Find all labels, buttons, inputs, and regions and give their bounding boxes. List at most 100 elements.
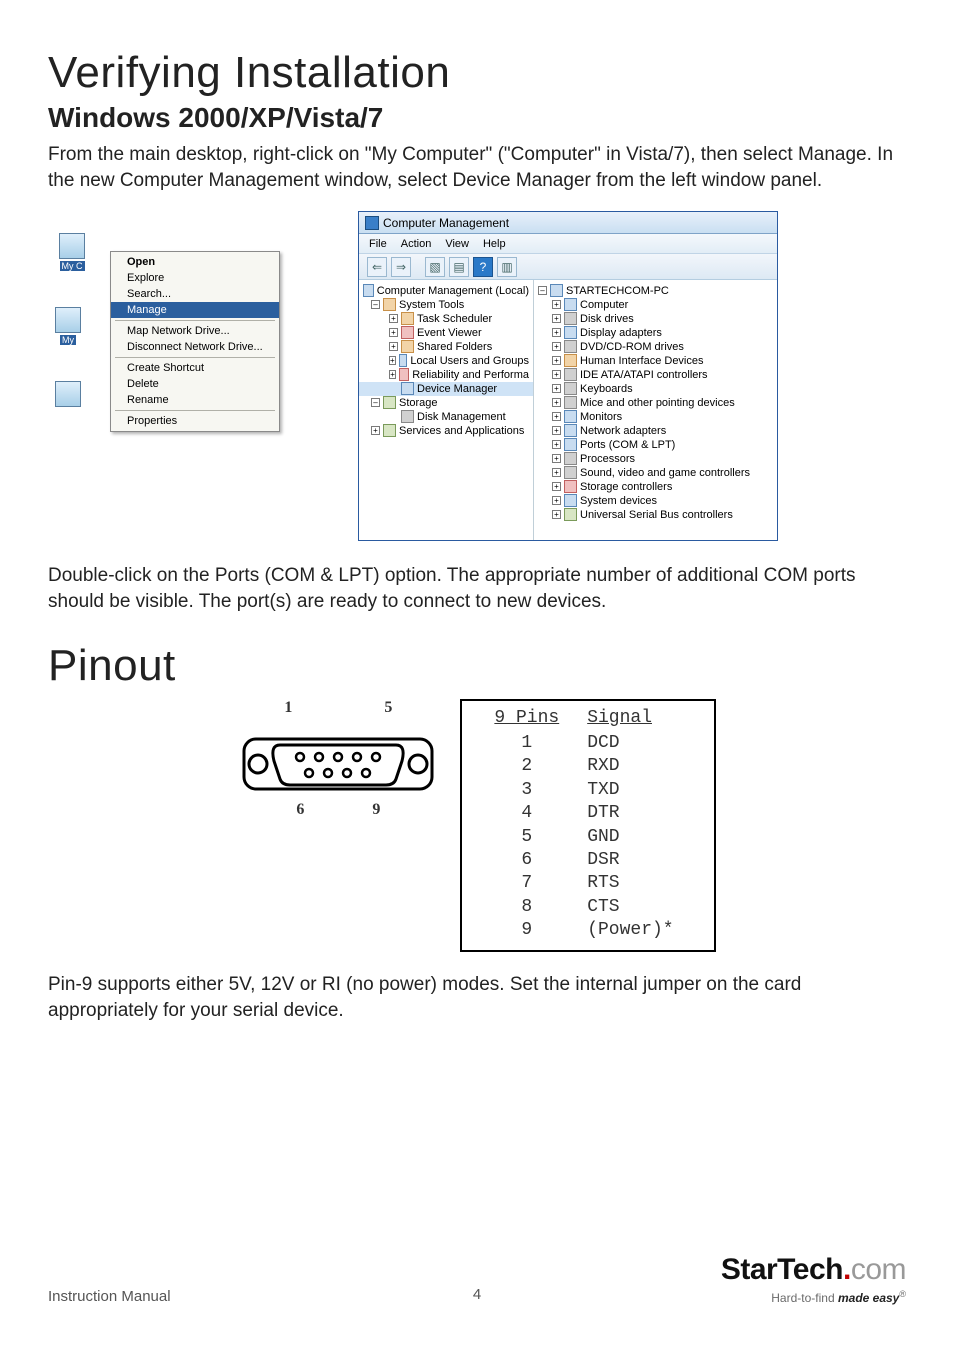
device-tree-root[interactable]: –STARTECHCOM-PC: [534, 284, 777, 298]
menu-item-properties[interactable]: Properties: [111, 413, 279, 429]
menu-item-delete[interactable]: Delete: [111, 376, 279, 392]
properties-icon[interactable]: ▤: [449, 257, 469, 277]
device-category-ports[interactable]: +Ports (COM & LPT): [534, 438, 777, 452]
menu-item-map-drive[interactable]: Map Network Drive...: [111, 323, 279, 339]
logo-tagline: Hard-to-find made easy®: [721, 1289, 906, 1305]
menu-item-shortcut[interactable]: Create Shortcut: [111, 360, 279, 376]
screenshot-context-menu: My C My Open Explore Search... Manage Ma…: [48, 211, 338, 432]
perf-icon: [399, 368, 409, 381]
page-footer: Instruction Manual 4 StarTech.com Hard-t…: [48, 1253, 906, 1305]
tree-root[interactable]: Computer Management (Local): [359, 284, 533, 298]
menu-item-explore[interactable]: Explore: [111, 270, 279, 286]
expand-icon[interactable]: +: [552, 300, 561, 309]
device-category[interactable]: +Mice and other pointing devices: [534, 396, 777, 410]
back-icon[interactable]: ⇐: [367, 257, 387, 277]
help-icon[interactable]: ?: [473, 257, 493, 277]
desktop-icon-ie[interactable]: [52, 381, 84, 419]
logo-text-com: com: [851, 1253, 906, 1286]
device-category[interactable]: +Universal Serial Bus controllers: [534, 508, 777, 522]
expand-icon[interactable]: +: [552, 468, 561, 477]
menu-item-open[interactable]: Open: [111, 254, 279, 270]
users-icon: [399, 354, 408, 367]
table-row: 2RXD: [484, 755, 691, 778]
pinout-table: 9 Pins Signal 1DCD 2RXD 3TXD 4DTR 5GND 6…: [460, 699, 715, 953]
expand-icon[interactable]: +: [552, 398, 561, 407]
device-category[interactable]: +DVD/CD-ROM drives: [534, 340, 777, 354]
refresh-icon[interactable]: ▥: [497, 257, 517, 277]
expand-icon[interactable]: +: [552, 356, 561, 365]
usb-icon: [564, 508, 577, 521]
device-category[interactable]: +Keyboards: [534, 382, 777, 396]
expand-icon[interactable]: +: [552, 426, 561, 435]
device-category[interactable]: +System devices: [534, 494, 777, 508]
expand-icon[interactable]: +: [389, 356, 396, 365]
expand-icon[interactable]: +: [552, 496, 561, 505]
tree-item-disk-management[interactable]: Disk Management: [359, 410, 533, 424]
device-category[interactable]: +Human Interface Devices: [534, 354, 777, 368]
desktop-icon-mynetwork[interactable]: My: [52, 307, 84, 345]
device-category[interactable]: +Sound, video and game controllers: [534, 466, 777, 480]
paragraph-intro: From the main desktop, right-click on "M…: [48, 142, 906, 193]
tree-group-storage[interactable]: –Storage: [359, 396, 533, 410]
expand-icon[interactable]: +: [389, 314, 398, 323]
expand-icon[interactable]: +: [389, 370, 396, 379]
collapse-icon[interactable]: –: [371, 398, 380, 407]
device-category[interactable]: +Storage controllers: [534, 480, 777, 494]
paragraph-pin9-note: Pin-9 supports either 5V, 12V or RI (no …: [48, 972, 906, 1023]
tree-item-device-manager[interactable]: Device Manager: [359, 382, 533, 396]
menu-action[interactable]: Action: [401, 238, 432, 250]
forward-icon[interactable]: ⇒: [391, 257, 411, 277]
menubar: File Action View Help: [359, 234, 777, 254]
expand-icon[interactable]: +: [552, 342, 561, 351]
expand-icon[interactable]: +: [552, 510, 561, 519]
expand-icon[interactable]: +: [552, 440, 561, 449]
expand-icon[interactable]: +: [552, 370, 561, 379]
computer-icon: [564, 298, 577, 311]
device-category[interactable]: +IDE ATA/ATAPI controllers: [534, 368, 777, 382]
desktop-icon-label: My: [60, 335, 76, 345]
heading-pinout: Pinout: [48, 641, 906, 691]
port-icon: [564, 438, 577, 451]
tree-item-event-viewer[interactable]: +Event Viewer: [359, 326, 533, 340]
tree-item-task-scheduler[interactable]: +Task Scheduler: [359, 312, 533, 326]
tree-item-reliability[interactable]: +Reliability and Performa: [359, 368, 533, 382]
collapse-icon[interactable]: –: [538, 286, 547, 295]
screenshot-computer-management: Computer Management File Action View Hel…: [358, 211, 778, 541]
device-category[interactable]: +Monitors: [534, 410, 777, 424]
device-category[interactable]: +Processors: [534, 452, 777, 466]
collapse-icon[interactable]: –: [371, 300, 380, 309]
expand-icon[interactable]: +: [371, 426, 380, 435]
tree-group-services[interactable]: +Services and Applications: [359, 424, 533, 438]
up-icon[interactable]: ▧: [425, 257, 445, 277]
db9-svg: [238, 721, 438, 811]
clock-icon: [401, 312, 414, 325]
expand-icon[interactable]: +: [552, 314, 561, 323]
monitor-icon: [564, 410, 577, 423]
pin-label-1: 1: [284, 699, 292, 717]
expand-icon[interactable]: +: [552, 454, 561, 463]
tree-item-local-users[interactable]: +Local Users and Groups: [359, 354, 533, 368]
expand-icon[interactable]: +: [389, 342, 398, 351]
expand-icon[interactable]: +: [552, 328, 561, 337]
menu-item-rename[interactable]: Rename: [111, 392, 279, 408]
device-category[interactable]: +Network adapters: [534, 424, 777, 438]
menu-item-disconnect-drive[interactable]: Disconnect Network Drive...: [111, 339, 279, 355]
expand-icon[interactable]: +: [552, 412, 561, 421]
menu-item-manage[interactable]: Manage: [111, 302, 279, 318]
menu-file[interactable]: File: [369, 238, 387, 250]
expand-icon[interactable]: +: [552, 384, 561, 393]
device-category[interactable]: +Computer: [534, 298, 777, 312]
device-category[interactable]: +Disk drives: [534, 312, 777, 326]
tree-item-shared-folders[interactable]: +Shared Folders: [359, 340, 533, 354]
expand-icon[interactable]: +: [552, 482, 561, 491]
expand-icon[interactable]: +: [389, 328, 398, 337]
menu-item-search[interactable]: Search...: [111, 286, 279, 302]
menu-help[interactable]: Help: [483, 238, 506, 250]
desktop-icon-mycomputer[interactable]: My C: [56, 233, 88, 271]
sound-icon: [564, 466, 577, 479]
logo: StarTech.com Hard-to-find made easy®: [721, 1253, 906, 1305]
menu-view[interactable]: View: [445, 238, 469, 250]
device-category[interactable]: +Display adapters: [534, 326, 777, 340]
tree-group-system-tools[interactable]: –System Tools: [359, 298, 533, 312]
figure-row: My C My Open Explore Search... Manage Ma…: [48, 211, 906, 541]
